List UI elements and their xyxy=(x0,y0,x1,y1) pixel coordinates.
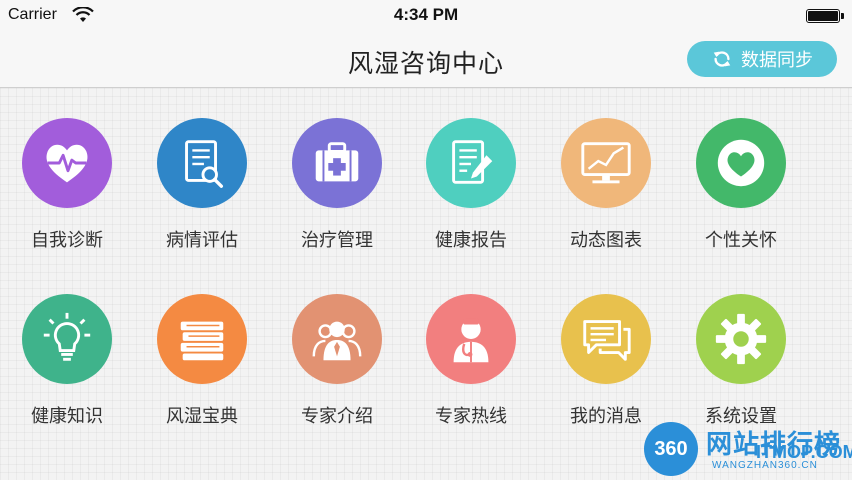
watermark-url: WANGZHAN360.CN xyxy=(712,460,818,471)
tile-circle xyxy=(292,118,382,208)
medical-kit-icon xyxy=(315,142,359,182)
report-magnifier-icon xyxy=(185,140,224,188)
sync-label: 数据同步 xyxy=(741,50,813,71)
experts-icon xyxy=(312,321,362,361)
tile-circle xyxy=(22,118,112,208)
doctor-icon xyxy=(453,318,489,363)
books-icon xyxy=(180,321,224,361)
tile-label: 健康报告 xyxy=(435,230,507,251)
tile-my-messages[interactable]: 我的消息 xyxy=(539,264,673,427)
report-pen-icon xyxy=(452,140,493,184)
tile-circle xyxy=(157,294,247,384)
watermark-logo: 360 xyxy=(644,422,698,476)
tile-circle xyxy=(561,118,651,208)
tile-circle xyxy=(696,294,786,384)
tile-circle xyxy=(426,118,516,208)
tile-label: 自我诊断 xyxy=(31,230,103,251)
tile-system-settings[interactable]: 系统设置 xyxy=(674,264,808,427)
tile-expert-hotline[interactable]: 专家热线 xyxy=(404,264,538,427)
tile-circle xyxy=(22,294,112,384)
tile-label: 个性关怀 xyxy=(705,230,777,251)
tile-personal-care[interactable]: 个性关怀 xyxy=(674,88,808,251)
watermark: 360 网站排行榜 ITMOP.COM WANGZHAN360.CN xyxy=(640,418,852,480)
heart-icon xyxy=(717,139,765,187)
tile-label: 健康知识 xyxy=(31,406,103,427)
tile-expert-intro[interactable]: 专家介绍 xyxy=(270,264,404,427)
tile-circle xyxy=(426,294,516,384)
tile-circle xyxy=(561,294,651,384)
tile-circle xyxy=(157,118,247,208)
battery-icon xyxy=(806,9,840,23)
tile-self-diagnosis[interactable]: 自我诊断 xyxy=(0,88,134,251)
heart-pulse-icon xyxy=(46,144,88,183)
tile-label: 动态图表 xyxy=(570,230,642,251)
status-bar: Carrier 4:34 PM xyxy=(0,0,852,32)
tile-circle xyxy=(292,294,382,384)
lightbulb-icon xyxy=(43,312,91,361)
gear-icon xyxy=(715,313,767,365)
tile-dynamic-chart[interactable]: 动态图表 xyxy=(539,88,673,251)
tile-label: 病情评估 xyxy=(166,230,238,251)
nav-bar: 风湿咨询中心 数据同步 xyxy=(0,32,852,88)
tile-health-report[interactable]: 健康报告 xyxy=(404,88,538,251)
status-time: 4:34 PM xyxy=(393,5,459,24)
tile-health-knowledge[interactable]: 健康知识 xyxy=(0,264,134,427)
tile-circle xyxy=(696,118,786,208)
tile-condition-assessment[interactable]: 病情评估 xyxy=(135,88,269,251)
sync-button[interactable]: 数据同步 xyxy=(687,41,837,77)
tile-rheumatism-guide[interactable]: 风湿宝典 xyxy=(135,264,269,427)
tile-label: 专家热线 xyxy=(435,406,507,427)
tile-label: 专家介绍 xyxy=(301,406,373,427)
sync-icon xyxy=(713,51,731,67)
chart-monitor-icon xyxy=(581,142,631,184)
tile-label: 风湿宝典 xyxy=(166,406,238,427)
battery-tip xyxy=(841,13,844,19)
tile-treatment-management[interactable]: 治疗管理 xyxy=(270,88,404,251)
messages-icon xyxy=(583,320,631,361)
tile-label: 治疗管理 xyxy=(301,230,373,251)
